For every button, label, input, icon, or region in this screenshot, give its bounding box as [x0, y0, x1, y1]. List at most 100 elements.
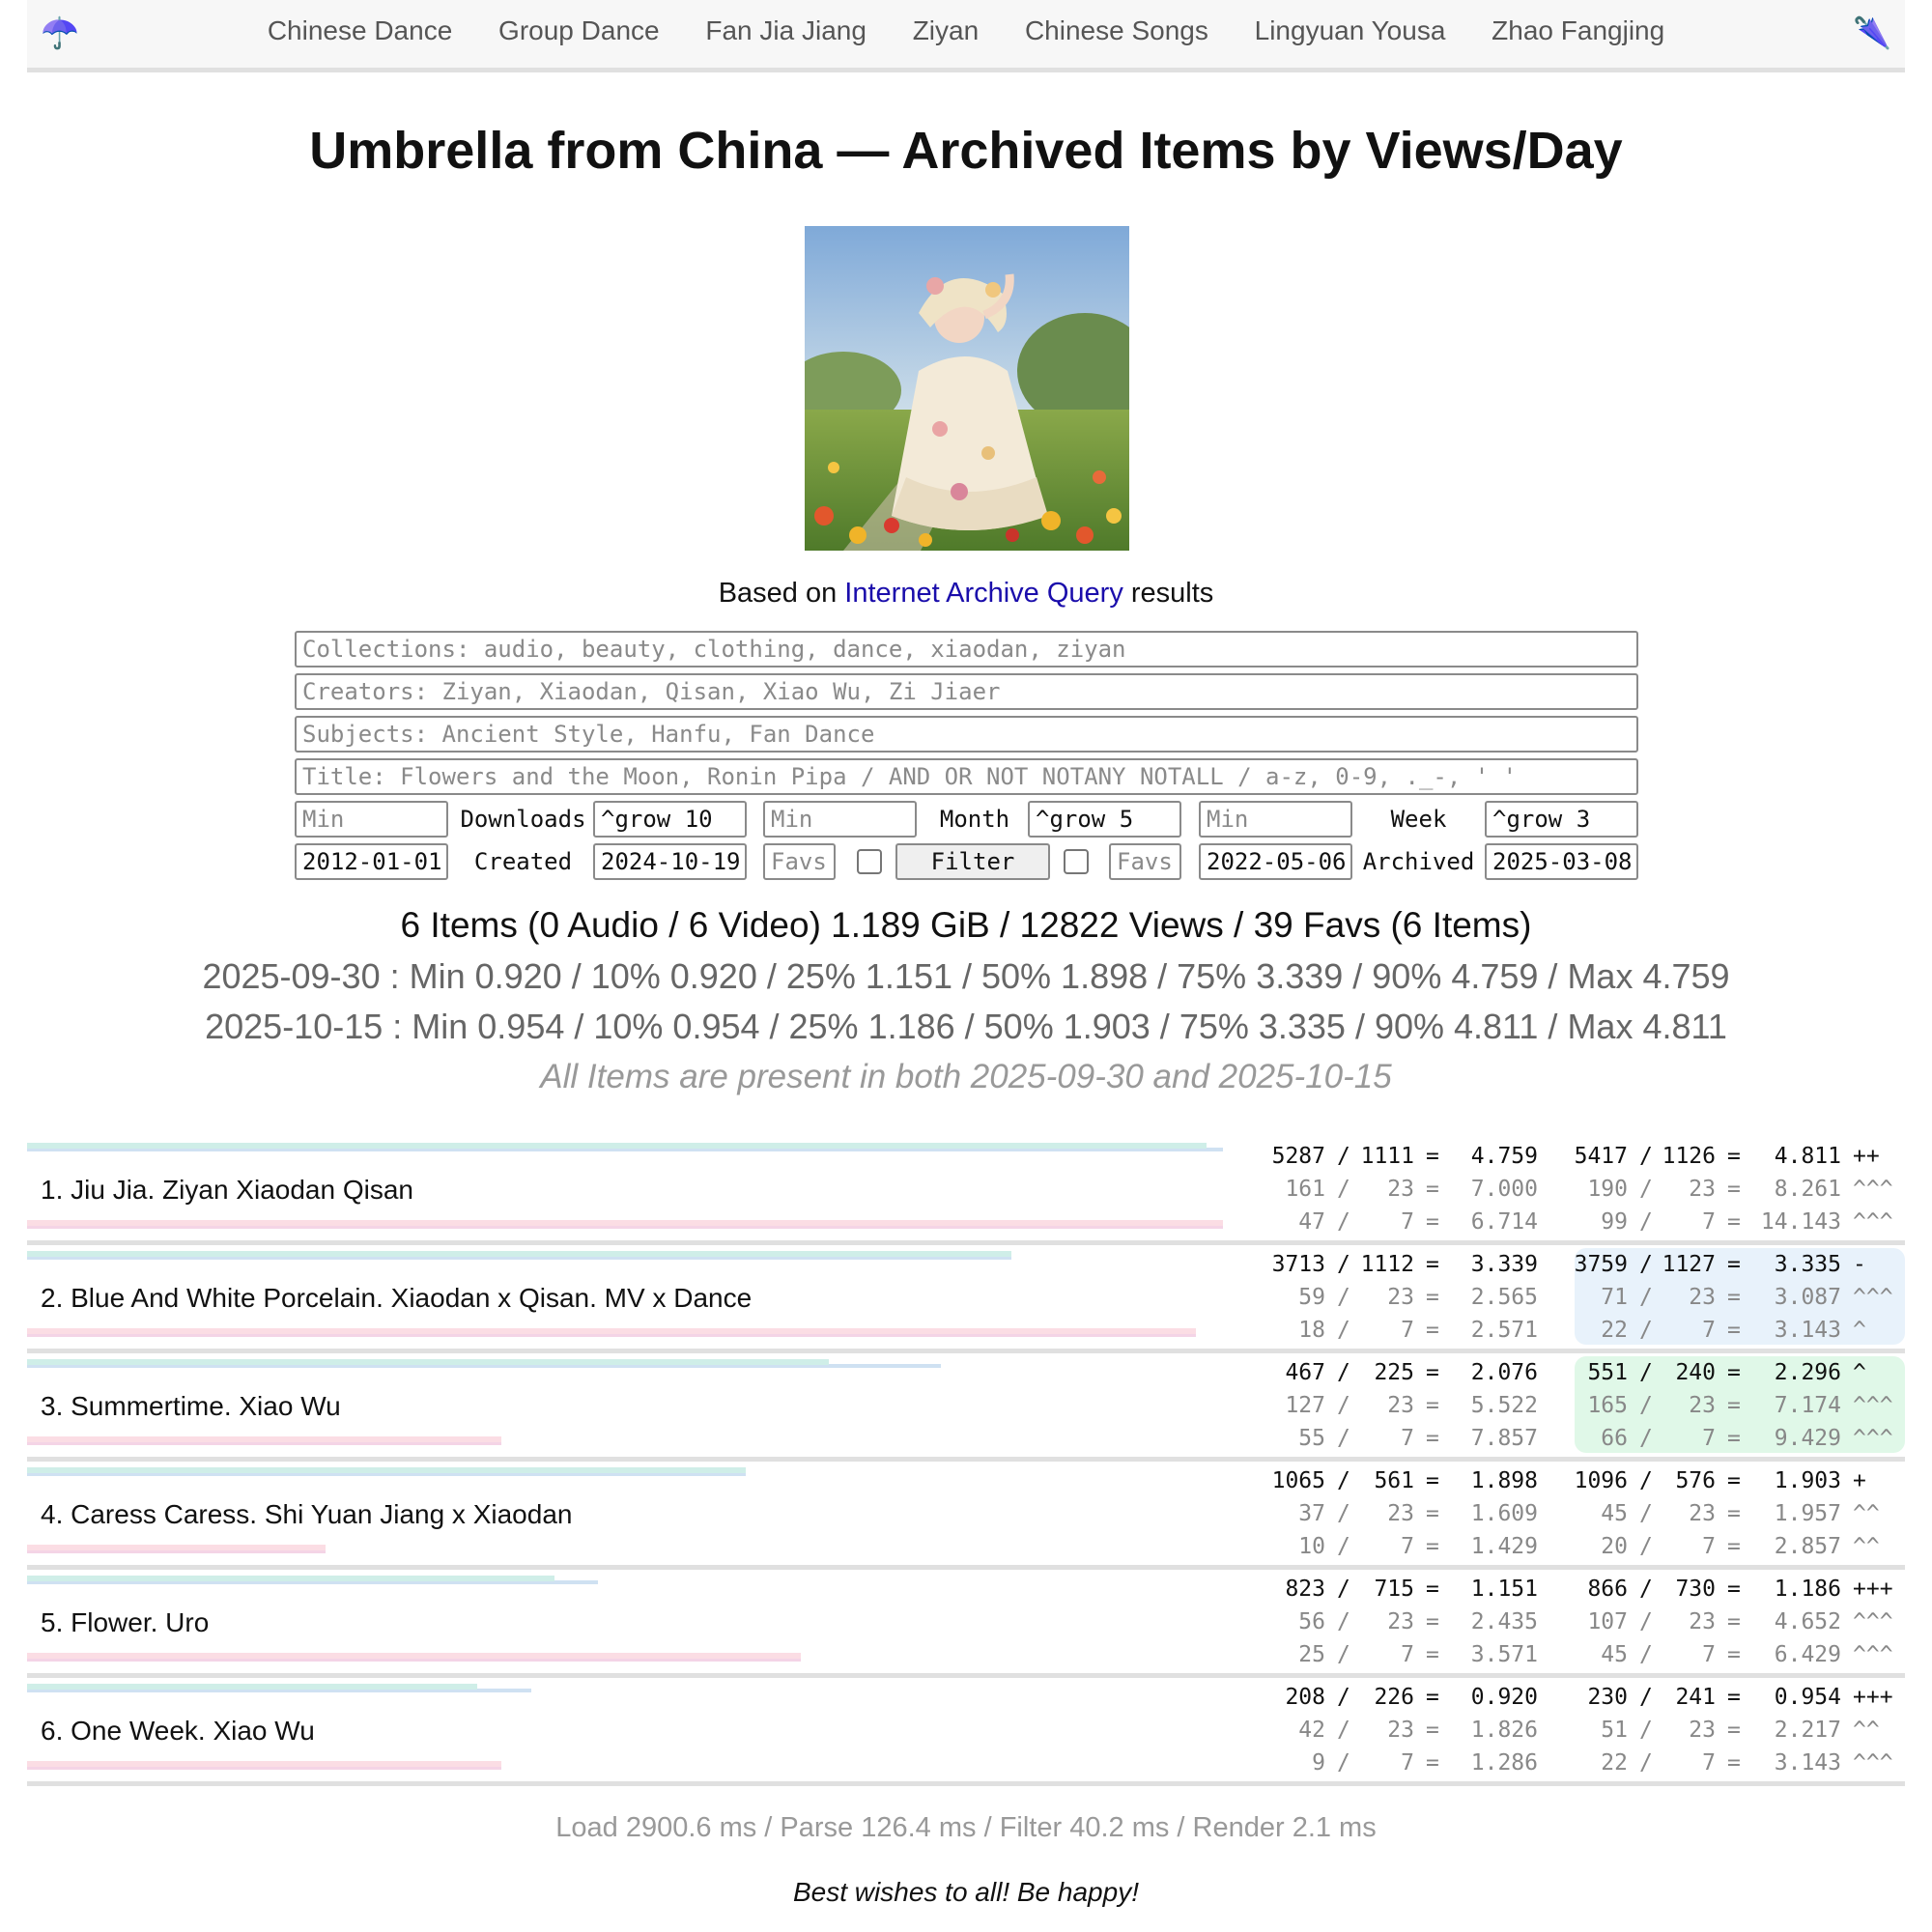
stat-value: 1.903	[1774, 1468, 1841, 1493]
nav-link-chinese-songs[interactable]: Chinese Songs	[1025, 15, 1208, 46]
list-item[interactable]: 2. Blue And White Porcelain. Xiaodan x Q…	[27, 1246, 1905, 1353]
stat-value: 240	[1675, 1360, 1716, 1385]
stat-value: /	[1337, 1750, 1350, 1776]
stat-value: 23	[1387, 1501, 1414, 1526]
item-title[interactable]: 1. Jiu Jia. Ziyan Xiaodan Qisan	[41, 1171, 413, 1209]
filter-button[interactable]: Filter	[895, 843, 1050, 880]
featured-photo	[805, 226, 1129, 551]
trend-indicator: ^^^	[1853, 1426, 1893, 1451]
trend-indicator: ^^^	[1853, 1642, 1893, 1667]
created-to-input[interactable]	[593, 843, 747, 880]
stat-value: 7.000	[1470, 1177, 1538, 1202]
progress-bar-top1	[27, 1684, 477, 1690]
stat-value: /	[1639, 1685, 1653, 1710]
stats-row: 127 / 23 = 5.522 165 / 23 = 7.174 ^^^	[1250, 1389, 1905, 1422]
stat-value: /	[1337, 1144, 1350, 1169]
progress-bar-top1	[27, 1143, 1207, 1149]
stats-row: 5287 / 1111 = 4.759 5417 / 1126 = 4.811 ++	[1250, 1140, 1905, 1173]
created-from-input[interactable]	[295, 843, 448, 880]
stat-value: 23	[1689, 1501, 1716, 1526]
progress-bar-bot1	[27, 1436, 501, 1442]
stat-value: 25	[1298, 1642, 1325, 1667]
stat-value: =	[1426, 1468, 1439, 1493]
stats-row: 56 / 23 = 2.435 107 / 23 = 4.652 ^^^	[1250, 1605, 1905, 1638]
week-min-input[interactable]	[1199, 801, 1352, 838]
downloads-grow-input[interactable]	[593, 801, 747, 838]
stat-value: 22	[1601, 1318, 1628, 1343]
stat-value: =	[1727, 1534, 1741, 1559]
item-title[interactable]: 5. Flower. Uro	[41, 1604, 209, 1642]
list-item[interactable]: 4. Caress Caress. Shi Yuan Jiang x Xiaod…	[27, 1463, 1905, 1570]
stat-value: 467	[1285, 1360, 1325, 1385]
stat-value: 1.609	[1470, 1501, 1538, 1526]
stat-value: 23	[1689, 1285, 1716, 1310]
stat-value: 0.920	[1470, 1685, 1538, 1710]
stat-value: 3759	[1574, 1252, 1628, 1277]
item-title[interactable]: 3. Summertime. Xiao Wu	[41, 1387, 341, 1426]
nav-link-fan-jia-jiang[interactable]: Fan Jia Jiang	[705, 15, 867, 46]
subjects-input[interactable]	[295, 716, 1638, 753]
favs-max-checkbox[interactable]	[1064, 849, 1089, 874]
stat-value: 23	[1387, 1718, 1414, 1743]
title-input[interactable]	[295, 758, 1638, 795]
stat-value: 4.811	[1774, 1144, 1841, 1169]
internet-archive-query-link[interactable]: Internet Archive Query	[844, 578, 1123, 609]
creators-input[interactable]	[295, 673, 1638, 710]
nav-link-ziyan[interactable]: Ziyan	[913, 15, 979, 46]
stat-value: =	[1727, 1177, 1741, 1202]
stat-value: =	[1727, 1318, 1741, 1343]
stat-value: 14.143	[1760, 1209, 1841, 1235]
stat-value: =	[1426, 1426, 1439, 1451]
month-grow-input[interactable]	[1028, 801, 1181, 838]
collections-input[interactable]	[295, 631, 1638, 668]
stat-value: =	[1426, 1501, 1439, 1526]
downloads-min-input[interactable]	[295, 801, 448, 838]
stat-value: 7	[1702, 1426, 1716, 1451]
stats-row: 467 / 225 = 2.076 551 / 240 = 2.296 ^	[1250, 1356, 1905, 1389]
item-title[interactable]: 4. Caress Caress. Shi Yuan Jiang x Xiaod…	[41, 1495, 572, 1534]
stat-value: =	[1426, 1750, 1439, 1776]
favs-min-checkbox[interactable]	[857, 849, 882, 874]
stat-value: =	[1727, 1360, 1741, 1385]
month-min-input[interactable]	[763, 801, 917, 838]
stat-value: /	[1639, 1468, 1653, 1493]
nav-link-zhao-fangjing[interactable]: Zhao Fangjing	[1492, 15, 1664, 46]
week-grow-input[interactable]	[1485, 801, 1638, 838]
trend-indicator: ^^^	[1853, 1750, 1893, 1776]
stat-value: 7.857	[1470, 1426, 1538, 1451]
item-title[interactable]: 6. One Week. Xiao Wu	[41, 1712, 315, 1750]
list-item[interactable]: 1. Jiu Jia. Ziyan Xiaodan Qisan 5287 / 1111…	[27, 1138, 1905, 1245]
stat-value: 5.522	[1470, 1393, 1538, 1418]
stat-value: =	[1727, 1252, 1741, 1277]
closed-umbrella-icon[interactable]: 🌂	[1853, 14, 1891, 52]
list-item[interactable]: 6. One Week. Xiao Wu 208 / 226 = 0.920 230 / 241…	[27, 1679, 1905, 1786]
stat-value: 1.429	[1470, 1534, 1538, 1559]
stat-value: 2.076	[1470, 1360, 1538, 1385]
stats-row: 161 / 23 = 7.000 190 / 23 = 8.261 ^^^	[1250, 1173, 1905, 1206]
stat-value: =	[1727, 1609, 1741, 1634]
list-item[interactable]: 5. Flower. Uro 823 / 715 = 1.151 866 / 730 = 1.186…	[27, 1571, 1905, 1678]
stat-value: =	[1426, 1209, 1439, 1235]
nav-link-group-dance[interactable]: Group Dance	[498, 15, 660, 46]
trend-indicator: ^	[1853, 1318, 1866, 1343]
archived-from-input[interactable]	[1199, 843, 1352, 880]
stat-value: 6.429	[1774, 1642, 1841, 1667]
list-item[interactable]: 3. Summertime. Xiao Wu 467 / 225 = 2.076 551 / 2…	[27, 1354, 1905, 1462]
stat-value: 5287	[1271, 1144, 1325, 1169]
nav-link-chinese-dance[interactable]: Chinese Dance	[268, 15, 452, 46]
stat-value: /	[1337, 1534, 1350, 1559]
stat-value: 1127	[1662, 1252, 1716, 1277]
favs-min-input[interactable]	[763, 843, 836, 880]
archived-to-input[interactable]	[1485, 843, 1638, 880]
favs-max-input[interactable]	[1109, 843, 1181, 880]
stat-value: 9.429	[1774, 1426, 1841, 1451]
stat-value: 18	[1298, 1318, 1325, 1343]
stat-value: 23	[1387, 1177, 1414, 1202]
nav-link-lingyuan-yousa[interactable]: Lingyuan Yousa	[1255, 15, 1446, 46]
stats-row: 3713 / 1112 = 3.339 3759 / 1127 = 3.335-	[1250, 1248, 1905, 1281]
progress-bar-bot1	[27, 1545, 326, 1550]
stat-value: 1111	[1360, 1144, 1414, 1169]
item-title[interactable]: 2. Blue And White Porcelain. Xiaodan x Q…	[41, 1279, 752, 1318]
stat-value: 7	[1401, 1318, 1414, 1343]
stat-value: 7	[1401, 1642, 1414, 1667]
